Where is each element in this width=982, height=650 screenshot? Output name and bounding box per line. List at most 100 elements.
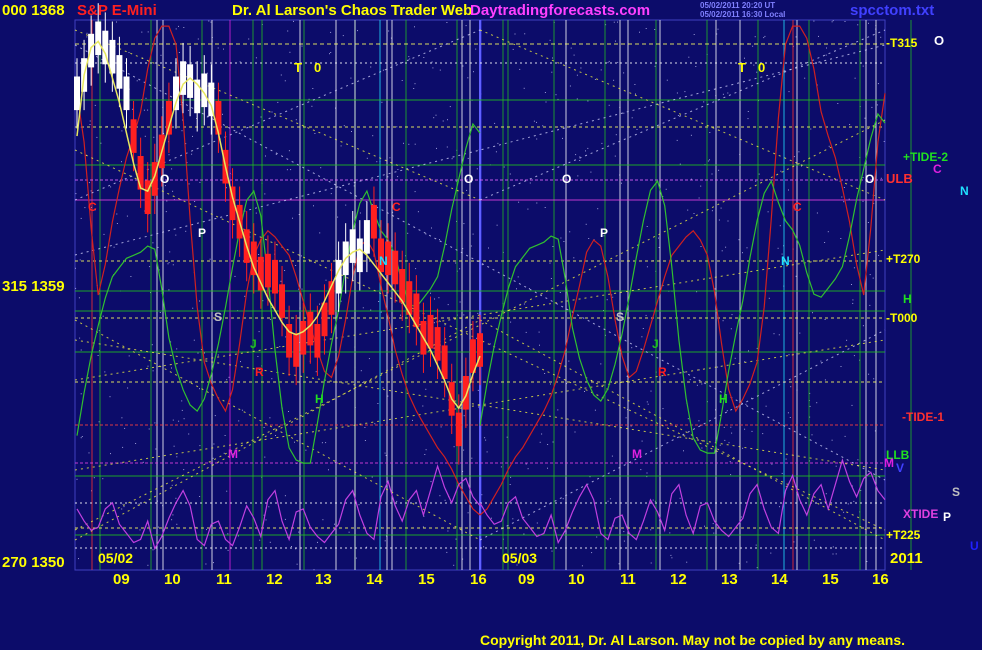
noise-dot xyxy=(871,106,873,108)
noise-dot xyxy=(576,98,578,100)
noise-dot xyxy=(226,379,228,381)
noise-dot xyxy=(75,267,76,269)
noise-dot xyxy=(669,532,671,534)
planet-label-zero: 0 xyxy=(758,60,766,75)
noise-dot xyxy=(194,201,196,202)
noise-dot xyxy=(403,142,404,144)
noise-dot xyxy=(116,223,118,224)
noise-dot xyxy=(625,417,627,419)
noise-dot xyxy=(536,202,538,204)
noise-dot xyxy=(489,343,491,345)
noise-dot xyxy=(868,22,869,24)
noise-dot xyxy=(181,409,183,411)
diagonal-grid-line xyxy=(479,319,886,541)
noise-dot xyxy=(271,111,273,113)
noise-dot xyxy=(159,312,161,313)
noise-dot xyxy=(168,154,170,156)
noise-dot xyxy=(547,444,549,445)
noise-dot xyxy=(90,190,92,192)
noise-dot xyxy=(810,128,812,130)
noise-dot xyxy=(854,77,856,79)
noise-dot xyxy=(686,561,688,563)
noise-dot xyxy=(748,350,749,352)
noise-dot xyxy=(793,541,795,543)
noise-dot xyxy=(804,77,806,79)
noise-dot xyxy=(449,106,451,108)
noise-dot xyxy=(771,463,773,465)
noise-dot xyxy=(552,57,553,59)
noise-dot xyxy=(585,223,587,225)
noise-dot xyxy=(767,211,769,213)
noise-dot xyxy=(742,447,744,449)
noise-dot xyxy=(798,151,800,153)
noise-dot xyxy=(169,251,171,253)
noise-dot xyxy=(623,540,625,542)
noise-dot xyxy=(277,101,279,103)
noise-dot xyxy=(788,354,790,356)
noise-dot xyxy=(444,324,446,326)
noise-dot xyxy=(407,232,409,234)
site-label[interactable]: Daytradingforecasts.com xyxy=(470,3,650,18)
noise-dot xyxy=(123,506,125,508)
noise-dot xyxy=(127,387,129,389)
noise-dot xyxy=(634,84,636,85)
noise-dot xyxy=(440,426,442,428)
noise-dot xyxy=(172,514,174,516)
noise-dot xyxy=(401,80,403,81)
noise-dot xyxy=(81,436,83,437)
noise-dot xyxy=(301,288,303,290)
noise-dot xyxy=(551,550,553,552)
planet-label-h-right: H xyxy=(903,292,912,306)
noise-dot xyxy=(536,121,537,123)
noise-dot xyxy=(698,197,700,199)
noise-dot xyxy=(255,212,257,214)
noise-dot xyxy=(718,219,720,221)
noise-dot xyxy=(676,139,678,141)
noise-dot xyxy=(183,418,185,420)
noise-dot xyxy=(378,301,380,302)
hour-label: 11 xyxy=(620,571,636,588)
noise-dot xyxy=(607,500,609,502)
noise-dot xyxy=(213,443,215,445)
noise-dot xyxy=(857,24,859,26)
noise-dot xyxy=(342,35,344,37)
noise-dot xyxy=(773,333,775,335)
noise-dot xyxy=(86,36,88,38)
noise-dot xyxy=(719,444,721,446)
noise-dot xyxy=(76,478,78,480)
symbol-label: S&P E-Mini xyxy=(77,2,157,19)
noise-dot xyxy=(569,231,571,233)
noise-dot xyxy=(384,452,386,454)
noise-dot xyxy=(149,266,151,268)
noise-dot xyxy=(322,519,324,521)
noise-dot xyxy=(700,185,702,187)
noise-dot xyxy=(827,231,829,233)
noise-dot xyxy=(343,125,345,127)
noise-dot xyxy=(876,104,878,106)
noise-dot xyxy=(818,35,819,37)
noise-dot xyxy=(523,87,525,89)
noise-dot xyxy=(138,503,140,505)
noise-dot xyxy=(824,242,826,243)
noise-dot xyxy=(843,201,845,203)
noise-dot xyxy=(615,40,616,42)
noise-dot xyxy=(227,549,229,551)
noise-dot xyxy=(269,417,271,419)
noise-dot xyxy=(547,467,548,469)
noise-dot xyxy=(355,557,357,559)
noise-dot xyxy=(527,468,529,470)
noise-dot xyxy=(862,200,864,202)
noise-dot xyxy=(414,26,415,28)
noise-dot xyxy=(731,432,733,434)
noise-dot xyxy=(730,426,732,428)
noise-dot xyxy=(284,518,286,520)
noise-dot xyxy=(271,378,273,380)
noise-dot xyxy=(145,97,147,99)
noise-dot xyxy=(484,437,486,439)
noise-dot xyxy=(382,69,384,71)
noise-dot xyxy=(165,211,167,213)
noise-dot xyxy=(313,205,314,207)
planet-label-n: N xyxy=(781,254,790,268)
noise-dot xyxy=(176,348,178,350)
noise-dot xyxy=(176,527,178,529)
